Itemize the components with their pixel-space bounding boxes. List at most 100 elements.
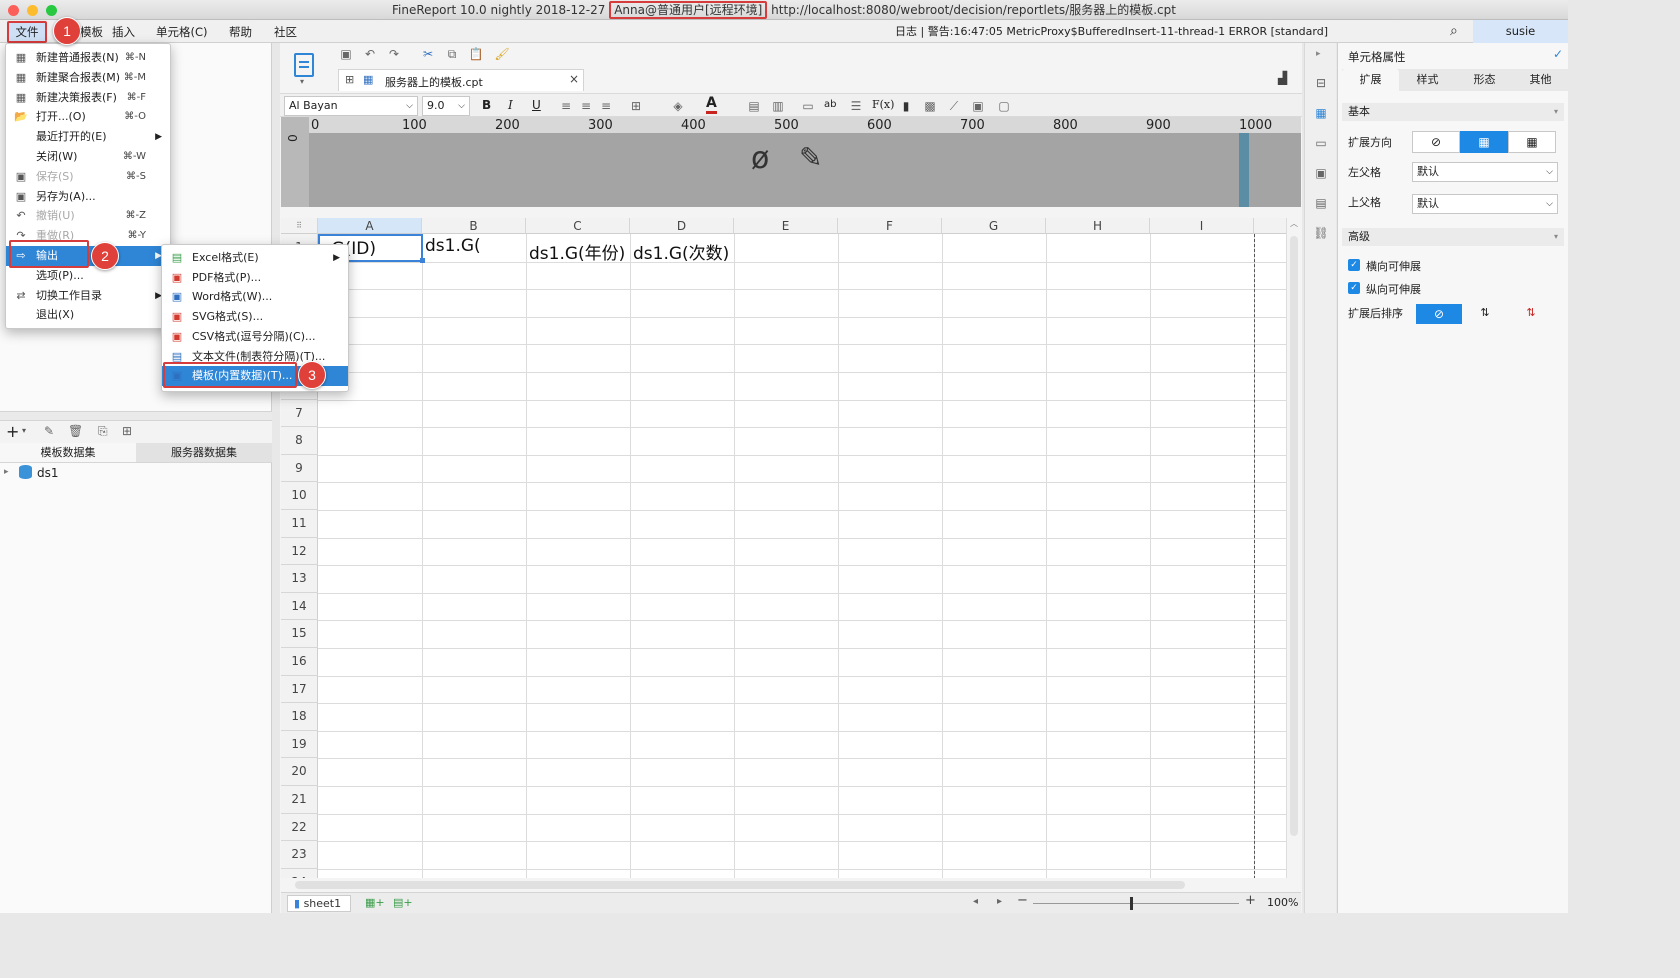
zoom-level[interactable]: 100% [1267, 896, 1298, 909]
file-menu-item[interactable]: ▦ 新建聚合报表(M) ⌘-M [6, 68, 170, 88]
column-header[interactable]: H [1046, 218, 1150, 234]
row-header[interactable]: 9 [281, 454, 318, 483]
row-header[interactable]: 18 [281, 703, 318, 731]
section-basic[interactable]: 基本 ▾ [1342, 103, 1564, 121]
dataset-settings-icon[interactable]: ⊞ [122, 424, 132, 438]
tab-shape[interactable]: 形态 [1456, 69, 1513, 91]
export-menu-item[interactable]: ▣ Word格式(W)... [162, 287, 348, 307]
tab-server-datasets[interactable]: 服务器数据集 [136, 443, 272, 463]
tab-style[interactable]: 样式 [1399, 69, 1456, 91]
row-header[interactable]: 15 [281, 620, 318, 648]
bold-button[interactable]: B [482, 98, 491, 112]
cell-d1[interactable]: ds1.G(次数) [633, 239, 729, 264]
status-log[interactable]: 日志 | 警告:16:47:05 MetricProxy$BufferedIns… [895, 23, 1328, 41]
column-header[interactable]: I [1150, 218, 1254, 234]
add-poly-sheet-icon[interactable]: ▤+ [393, 896, 413, 909]
image-icon[interactable]: ▩ [922, 98, 938, 114]
tab-template-file[interactable]: ⊞ ▦ 服务器上的模板.cpt × [338, 69, 584, 91]
widget-icon[interactable]: ▣ [1313, 165, 1329, 181]
export-menu-item[interactable]: ▤ Excel格式(E) ▶ [162, 248, 348, 268]
expand-icon[interactable]: ▟ [1278, 71, 1287, 85]
chevron-down-icon[interactable]: ▾ [22, 426, 26, 435]
font-family-select[interactable]: Al Bayan ⌵ [284, 96, 418, 116]
horizontal-expand-checkbox[interactable]: ✓ [1348, 259, 1360, 271]
horizontal-scrollbar[interactable] [281, 878, 1301, 892]
sheet-tab[interactable]: ▮ sheet1 [287, 895, 351, 912]
column-header[interactable]: C [526, 218, 630, 234]
edit-header-icon[interactable]: ✎ [799, 141, 822, 174]
formula-icon[interactable]: F(x) [872, 98, 894, 111]
zoom-slider[interactable] [1033, 903, 1239, 904]
chevron-right-icon[interactable]: ▸ [1316, 49, 1321, 59]
zoom-out-icon[interactable]: − [1017, 893, 1028, 908]
export-menu-item[interactable]: ▣ CSV格式(逗号分隔)(C)... [162, 327, 348, 347]
add-sheet-icon[interactable]: ▦+ [365, 896, 385, 909]
row-header[interactable]: 10 [281, 482, 318, 510]
row-header[interactable]: 20 [281, 758, 318, 786]
underline-button[interactable]: U [532, 98, 541, 112]
column-header[interactable]: D [630, 218, 734, 234]
file-menu-item[interactable]: ▣ 保存(S) ⌘-S [6, 167, 170, 187]
minimize-window-button[interactable] [27, 5, 38, 16]
row-header[interactable]: 12 [281, 537, 318, 566]
border-icon[interactable]: ⊞ [628, 98, 644, 114]
row-header[interactable]: 7 [281, 399, 318, 428]
expand-none-button[interactable]: ⊘ [1412, 131, 1460, 153]
add-dataset-icon[interactable]: + [6, 422, 19, 441]
column-header[interactable]: G [942, 218, 1046, 234]
save-icon[interactable]: ▣ [338, 46, 354, 62]
expand-horizontal-button[interactable]: ▦ [1508, 131, 1556, 153]
row-header[interactable]: 8 [281, 427, 318, 455]
undo-icon[interactable]: ↶ [362, 46, 378, 62]
redo-icon[interactable]: ↷ [386, 46, 402, 62]
panel-splitter[interactable] [0, 411, 272, 421]
paste-icon[interactable]: 📋 [468, 46, 484, 62]
row-header[interactable]: 24 [281, 868, 318, 878]
close-icon[interactable]: × [569, 72, 579, 86]
zoom-slider-handle[interactable] [1130, 897, 1133, 910]
cell-attr-icon[interactable]: ▦ [1313, 105, 1329, 121]
row-header[interactable]: 16 [281, 648, 318, 676]
row-header[interactable]: 13 [281, 565, 318, 593]
row-header[interactable]: 23 [281, 841, 318, 869]
format-painter-icon[interactable]: 🖌 [494, 46, 510, 62]
copy-icon[interactable]: ⧉ [444, 46, 460, 62]
export-menu-item[interactable]: ▣ SVG格式(S)... [162, 307, 348, 327]
sort-asc-button[interactable]: ⇅ [1462, 304, 1508, 324]
chevron-left-icon[interactable]: ◂ [973, 896, 978, 907]
tab-other[interactable]: 其他 [1513, 69, 1568, 91]
preview-icon[interactable]: ⎘ [98, 424, 108, 439]
expand-vertical-button[interactable]: ▦ [1460, 131, 1508, 153]
chevron-right-icon[interactable]: ▸ [997, 896, 1002, 907]
top-parent-select[interactable]: 默认 ⌵ [1412, 194, 1558, 214]
close-window-button[interactable] [8, 5, 19, 16]
cell-c1[interactable]: ds1.G(年份) [529, 239, 625, 264]
sub-report-icon[interactable]: ▣ [970, 98, 986, 114]
more-icon[interactable]: ▢ [996, 98, 1012, 114]
file-menu-item[interactable]: 退出(X) [6, 305, 170, 325]
row-header[interactable]: 21 [281, 786, 318, 814]
file-menu-item[interactable]: ▣ 另存为(A)... [6, 187, 170, 207]
condition-icon[interactable]: ▤ [1313, 195, 1329, 211]
italic-button[interactable]: I [508, 98, 513, 112]
file-menu-item[interactable]: ▦ 新建决策报表(F) ⌘-F [6, 88, 170, 108]
maximize-window-button[interactable] [46, 5, 57, 16]
file-menu-item[interactable]: 关闭(W) ⌘-W [6, 147, 170, 167]
chevron-right-icon[interactable]: ▸ [4, 467, 9, 477]
template-icon[interactable] [294, 53, 314, 77]
dataset-item[interactable]: ds1 [37, 466, 59, 480]
menu-file[interactable]: 文件 [7, 21, 47, 43]
merge-cells-icon[interactable]: ▤ [746, 98, 762, 114]
hide-header-icon[interactable]: ø [751, 141, 769, 176]
menu-insert[interactable]: 插入 [106, 23, 141, 41]
text-cell-icon[interactable]: ab [824, 99, 836, 110]
column-header[interactable]: F [838, 218, 942, 234]
menu-help[interactable]: 帮助 [223, 23, 258, 41]
chart-icon[interactable]: ▮ [898, 98, 914, 114]
file-menu-item[interactable]: ↶ 撤销(U) ⌘-Z [6, 206, 170, 226]
file-menu-item[interactable]: 最近打开的(E) ▶ [6, 127, 170, 147]
menu-community[interactable]: 社区 [268, 23, 303, 41]
export-menu-item[interactable]: ▣ PDF格式(P)... [162, 268, 348, 288]
chevron-down-icon[interactable]: ▾ [300, 77, 304, 86]
cell-b1[interactable]: ds1.G( [425, 236, 481, 256]
